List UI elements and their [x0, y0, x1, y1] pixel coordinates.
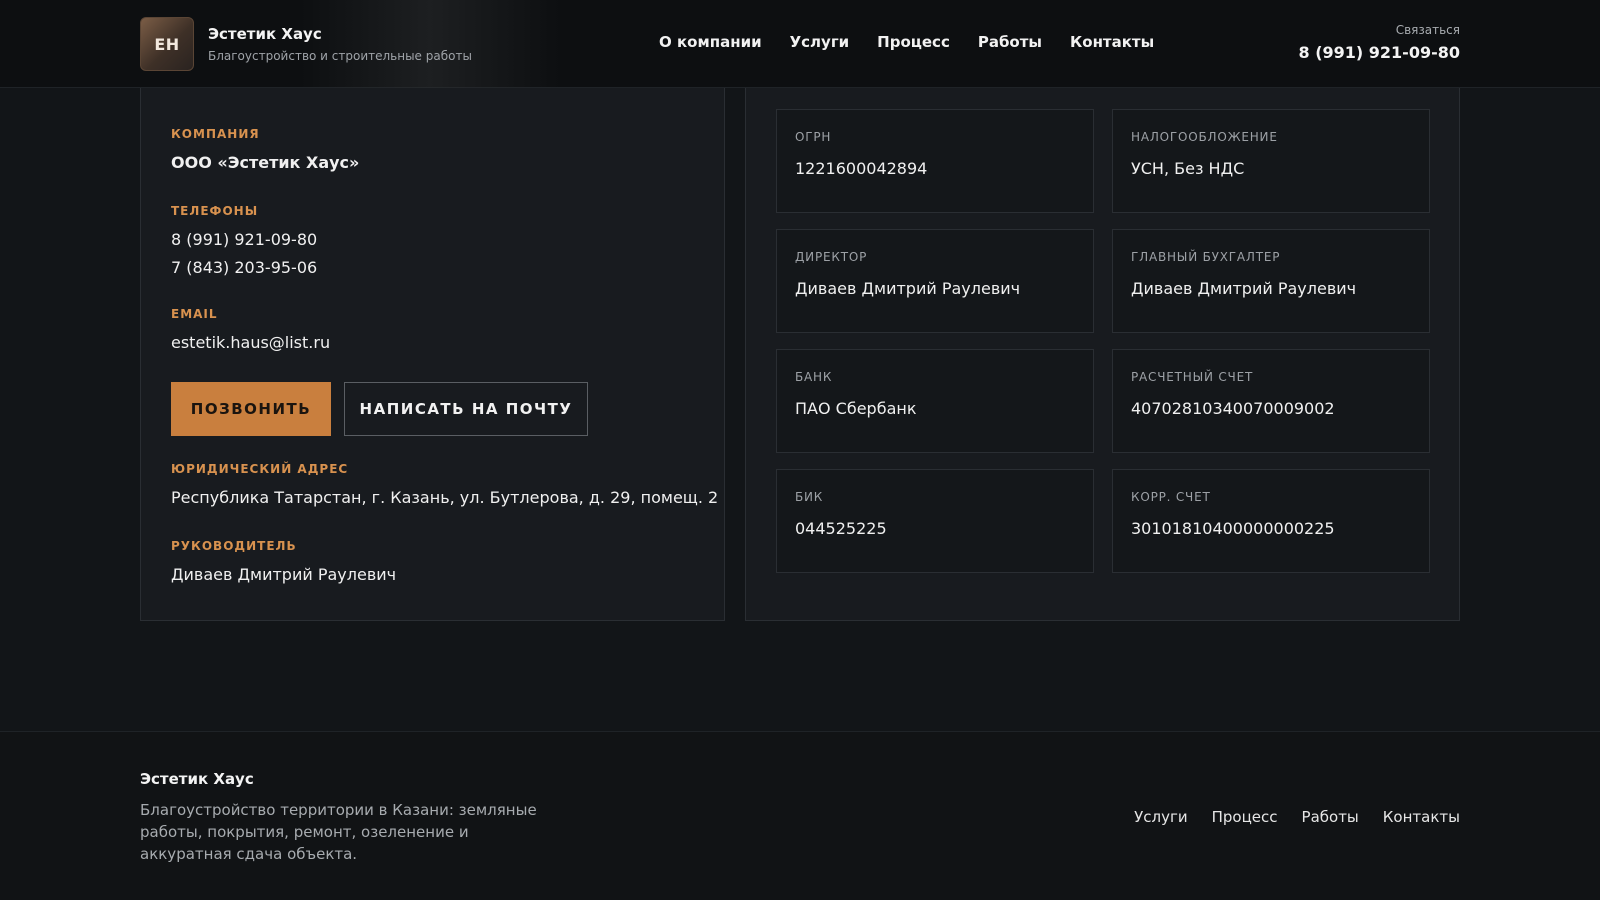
- nav-link-services[interactable]: Услуги: [790, 33, 850, 51]
- footer-nav: Услуги Процесс Работы Контакты: [1110, 808, 1460, 826]
- requisite-value: 40702810340070009002: [1131, 399, 1335, 418]
- requisite-label: Налогообложение: [1131, 130, 1278, 144]
- requisite-taxation: Налогообложение УСН, Без НДС: [1112, 109, 1430, 213]
- header-contact: Связаться 8 (991) 921-09-80: [1298, 23, 1460, 62]
- address-value: Республика Татарстан, г. Казань, ул. Бут…: [171, 488, 719, 507]
- call-button[interactable]: Позвонить: [171, 382, 331, 436]
- phones-label: Телефоны: [171, 204, 259, 218]
- head-label: Руководитель: [171, 539, 297, 553]
- company-label: Компания: [171, 127, 260, 141]
- footer-link-process[interactable]: Процесс: [1212, 808, 1278, 826]
- requisite-value: ПАО Сбербанк: [795, 399, 917, 418]
- requisites-card: ОГРН 1221600042894 Налогообложение УСН, …: [745, 0, 1460, 621]
- site-header: EH Эстетик Хаус Благоустройство и строит…: [0, 0, 1600, 88]
- email-value[interactable]: estetik.haus@list.ru: [171, 333, 330, 352]
- nav-link-about[interactable]: О компании: [659, 33, 762, 51]
- requisite-label: Расчетный счет: [1131, 370, 1254, 384]
- head-value: Диваев Дмитрий Раулевич: [171, 565, 397, 584]
- nav-link-works[interactable]: Работы: [978, 33, 1042, 51]
- phone-primary[interactable]: 8 (991) 921-09-80: [171, 230, 317, 249]
- main-nav: О компании Услуги Процесс Работы Контакт…: [659, 33, 1182, 51]
- requisite-value: Диваев Дмитрий Раулевич: [795, 279, 1021, 298]
- company-card: Компания ООО «Эстетик Хаус» Телефоны 8 (…: [140, 40, 725, 621]
- phones-field: Телефоны 8 (991) 921-09-80 7 (843) 203-9…: [171, 204, 317, 277]
- phone-secondary[interactable]: 7 (843) 203-95-06: [171, 258, 317, 277]
- requisite-value: 1221600042894: [795, 159, 928, 178]
- company-value: ООО «Эстетик Хаус»: [171, 153, 360, 172]
- nav-link-contacts[interactable]: Контакты: [1070, 33, 1154, 51]
- requisite-value: УСН, Без НДС: [1131, 159, 1245, 178]
- requisite-label: ОГРН: [795, 130, 832, 144]
- footer-brand: Эстетик Хаус: [140, 770, 254, 788]
- requisite-value: Диваев Дмитрий Раулевич: [1131, 279, 1357, 298]
- company-field: Компания ООО «Эстетик Хаус»: [171, 127, 359, 172]
- header-phone-link[interactable]: 8 (991) 921-09-80: [1298, 43, 1460, 62]
- address-label: Юридический адрес: [171, 462, 349, 476]
- brand-tagline: Благоустройство и строительные работы: [208, 49, 472, 63]
- email-field: Email estetik.haus@list.ru: [171, 307, 330, 352]
- footer-link-contacts[interactable]: Контакты: [1383, 808, 1460, 826]
- requisite-account: Расчетный счет 40702810340070009002: [1112, 349, 1430, 453]
- requisite-value: 044525225: [795, 519, 887, 538]
- footer-link-works[interactable]: Работы: [1302, 808, 1359, 826]
- requisite-bank: Банк ПАО Сбербанк: [776, 349, 1094, 453]
- email-label: Email: [171, 307, 218, 321]
- contact-label: Связаться: [1395, 23, 1460, 37]
- logo-mark[interactable]: EH: [140, 17, 194, 71]
- footer-link-services[interactable]: Услуги: [1134, 808, 1187, 826]
- requisite-label: Главный бухгалтер: [1131, 250, 1281, 264]
- requisite-corr-account: Корр. счет 30101810400000000225: [1112, 469, 1430, 573]
- footer-description: Благоустройство территории в Казани: зем…: [140, 801, 537, 863]
- requisite-label: Директор: [795, 250, 868, 264]
- requisite-label: Корр. счет: [1131, 490, 1211, 504]
- requisite-label: БИК: [795, 490, 824, 504]
- requisite-value: 30101810400000000225: [1131, 519, 1335, 538]
- requisite-label: Банк: [795, 370, 833, 384]
- email-button[interactable]: Написать на почту: [344, 382, 588, 436]
- brand-text: Эстетик Хаус Благоустройство и строитель…: [208, 25, 472, 63]
- requisite-ogrn: ОГРН 1221600042894: [776, 109, 1094, 213]
- requisite-chief-accountant: Главный бухгалтер Диваев Дмитрий Раулеви…: [1112, 229, 1430, 333]
- head-field: Руководитель Диваев Дмитрий Раулевич: [171, 539, 396, 584]
- requisite-director: Директор Диваев Дмитрий Раулевич: [776, 229, 1094, 333]
- address-field: Юридический адрес Республика Татарстан, …: [171, 462, 718, 507]
- site-footer: Эстетик Хаус Благоустройство территории …: [0, 731, 1600, 900]
- requisite-bik: БИК 044525225: [776, 469, 1094, 573]
- nav-link-process[interactable]: Процесс: [877, 33, 950, 51]
- brand-name[interactable]: Эстетик Хаус: [208, 25, 472, 43]
- brand[interactable]: EH Эстетик Хаус Благоустройство и строит…: [140, 17, 472, 71]
